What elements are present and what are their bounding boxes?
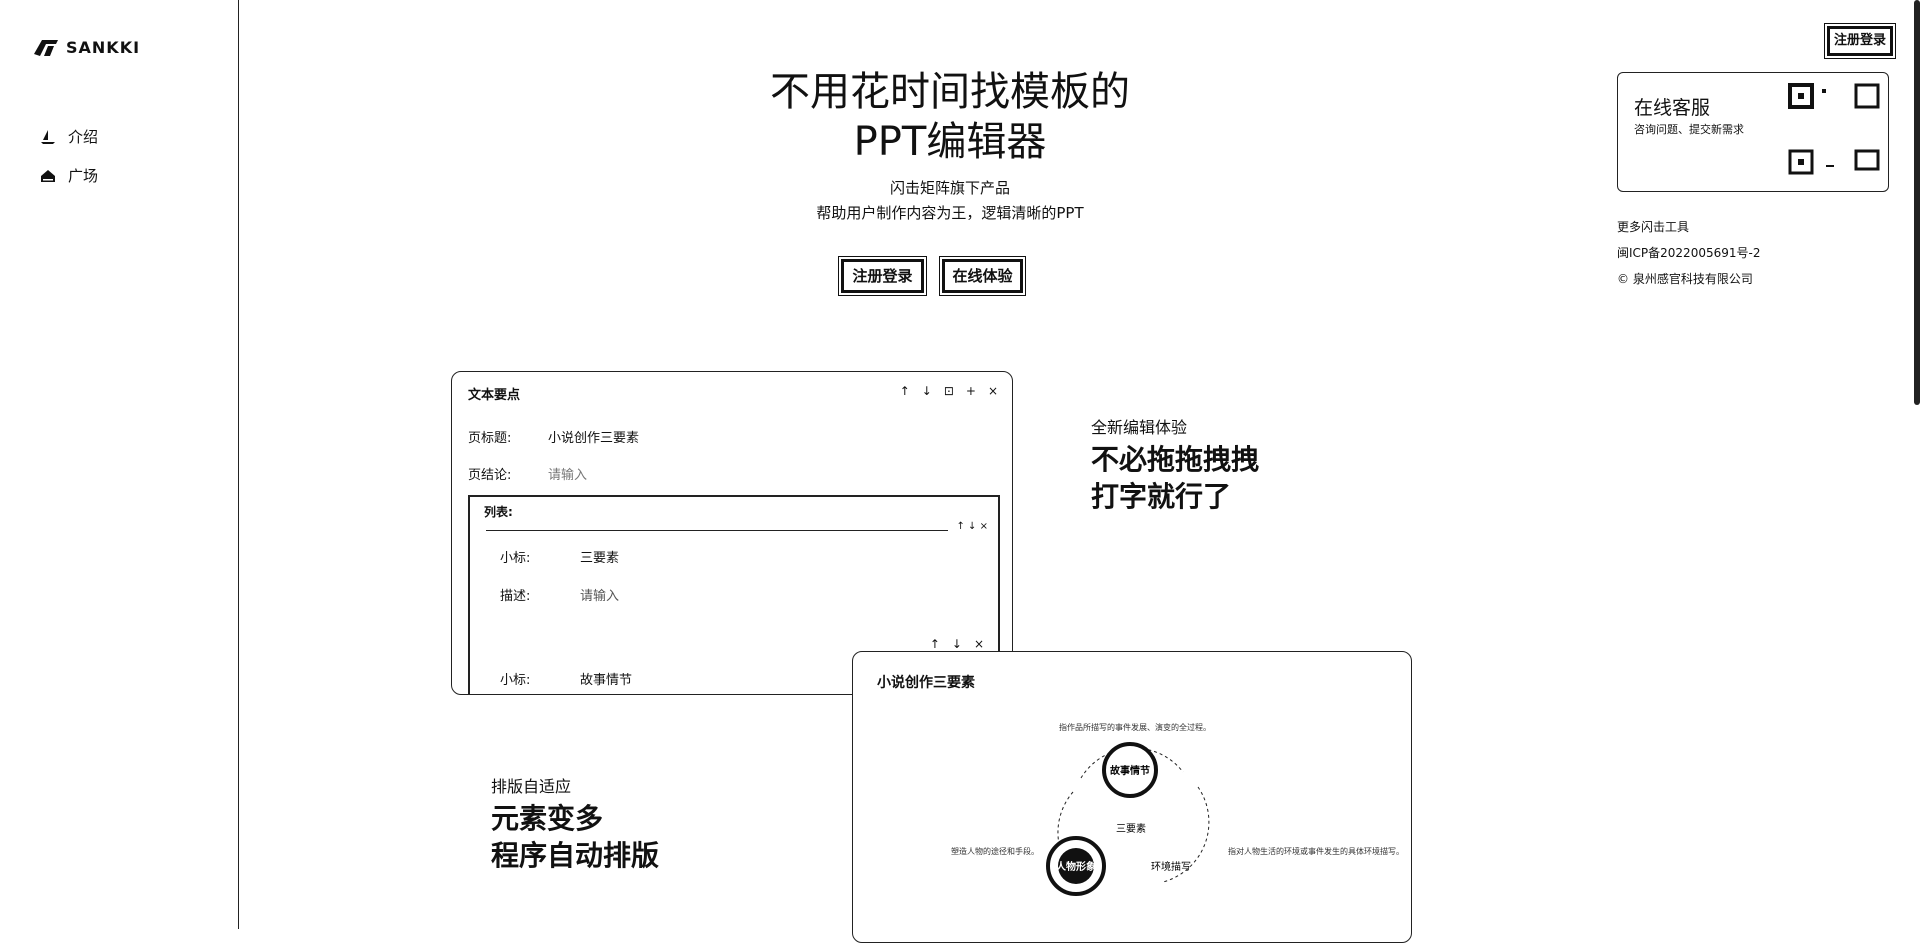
more-tools-link[interactable]: 更多闪击工具 — [1617, 218, 1689, 235]
sidebar-item-intro[interactable]: 介绍 — [40, 126, 98, 147]
node2-label: 人物形象 — [1056, 860, 1096, 873]
sidebar-item-label: 广场 — [68, 167, 99, 185]
desc-label: 描述: — [500, 589, 531, 604]
feature1-line1: 不必拖拖拽拽 — [1091, 443, 1260, 476]
feature2-line1: 元素变多 — [491, 802, 604, 835]
hero-title: 不用花时间找模板的 PPT编辑器 — [640, 67, 1260, 167]
qr-code-icon — [1788, 83, 1880, 175]
subtitle-label: 小标: — [500, 551, 531, 566]
logo-icon — [34, 40, 58, 56]
move-down-icon[interactable]: ↓ — [952, 637, 962, 651]
center-label: 三要素 — [1116, 822, 1146, 835]
editor-card-toolbar: ↑ ↓ ⊡ + × — [900, 384, 998, 398]
page-conclusion-label: 页结论: — [468, 468, 512, 483]
register-button[interactable]: 注册登录 — [838, 256, 927, 296]
hero-subtitle-line2: 帮助用户制作内容为王，逻辑清晰的PPT — [816, 204, 1084, 222]
scrollbar[interactable] — [1914, 0, 1920, 405]
triangle-diagram: 故事情节 人物形象 三要素 环境描写 指作品所描写的事件发展、演变的全过程。 塑… — [951, 722, 1404, 896]
move-up-icon[interactable]: ↑ — [900, 384, 910, 398]
sidebar: SANKKI 介绍 广场 — [0, 0, 239, 929]
editor-card: 文本要点 ↑ ↓ ⊡ + × 页标题: 小说创作三要素 页结论: 请输入 列表:… — [451, 371, 1013, 695]
copy-icon[interactable]: ⊡ — [944, 384, 954, 398]
add-icon[interactable]: + — [966, 384, 976, 398]
hero-subtitle: 闪击矩阵旗下产品 帮助用户制作内容为王，逻辑清晰的PPT — [640, 176, 1260, 226]
hero-title-line2: PPT编辑器 — [853, 119, 1047, 165]
list-label: 列表: — [484, 505, 513, 519]
home-icon — [40, 168, 56, 184]
feature1-caption: 全新编辑体验 — [1091, 418, 1188, 437]
subtitle-input[interactable]: 三要素 — [580, 547, 619, 566]
brand-logo[interactable]: SANKKI — [32, 36, 140, 58]
feature1-heading: 不必拖拖拽拽 打字就行了 — [1091, 441, 1259, 515]
page-title-input[interactable]: 小说创作三要素 — [548, 427, 639, 446]
preview-card: 小说创作三要素 故事情节 人物形象 三要素 环境描写 指作品所描写的事件发展、演… — [852, 651, 1412, 943]
hero-title-line1: 不用花时间找模板的 — [770, 69, 1130, 115]
brand-name: SANKKI — [66, 37, 141, 57]
node3-label: 环境描写 — [1151, 860, 1191, 873]
feature2-heading: 元素变多 程序自动排版 — [491, 800, 659, 874]
page-title-label: 页标题: — [468, 431, 512, 446]
online-service-box[interactable]: 在线客服 咨询问题、提交新需求 — [1617, 72, 1889, 192]
icp-link[interactable]: 闽ICP备2022005691号-2 — [1617, 244, 1760, 261]
sidebar-item-label: 介绍 — [68, 128, 99, 146]
desc-input[interactable]: 请输入 — [580, 585, 619, 604]
subtitle-input[interactable]: 故事情节 — [580, 669, 632, 688]
page-conclusion-input[interactable]: 请输入 — [548, 464, 587, 483]
editor-card-title: 文本要点 — [468, 388, 521, 403]
feature1-line2: 打字就行了 — [1091, 480, 1232, 513]
node1-label: 故事情节 — [1110, 764, 1150, 777]
node3-desc: 指对人物生活的环境或事件发生的具体环境描写。 — [1228, 846, 1404, 856]
subtitle-label: 小标: — [500, 673, 531, 688]
node2-desc: 塑造人物的途径和手段。 — [951, 846, 1039, 856]
copyright-text: © 泉州感官科技有限公司 — [1617, 272, 1753, 286]
close-icon[interactable]: × — [974, 637, 984, 651]
login-button[interactable]: 注册登录 — [1824, 23, 1896, 59]
feature2-line2: 程序自动排版 — [491, 839, 660, 872]
hero-subtitle-line1: 闪击矩阵旗下产品 — [889, 179, 1010, 197]
sailboat-icon — [40, 129, 56, 145]
divider — [486, 530, 948, 531]
service-desc: 咨询问题、提交新需求 — [1634, 123, 1744, 136]
list-toolbar[interactable]: ↑ ↓ × — [957, 521, 989, 532]
move-up-icon[interactable]: ↑ — [930, 637, 940, 651]
sidebar-item-square[interactable]: 广场 — [40, 165, 98, 186]
list-item-toolbar: ↑ ↓ × — [930, 637, 984, 651]
service-title: 在线客服 — [1634, 97, 1711, 119]
feature2-caption: 排版自适应 — [491, 777, 572, 796]
close-icon[interactable]: × — [988, 384, 998, 398]
move-down-icon[interactable]: ↓ — [922, 384, 932, 398]
try-online-button[interactable]: 在线体验 — [939, 256, 1026, 296]
node1-desc: 指作品所描写的事件发展、演变的全过程。 — [1059, 722, 1211, 732]
